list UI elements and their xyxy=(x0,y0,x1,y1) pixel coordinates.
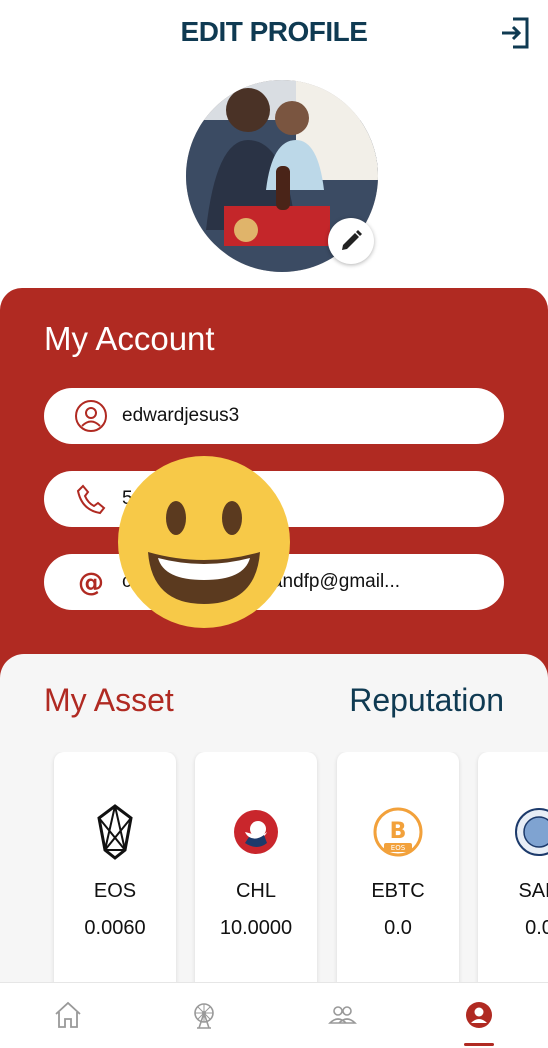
asset-card[interactable]: B EOS EBTC 0.0 xyxy=(337,752,459,984)
at-icon: @ xyxy=(74,565,108,599)
asset-symbol: CHL xyxy=(235,880,276,902)
account-title: My Account xyxy=(44,320,215,357)
user-icon xyxy=(74,399,108,433)
bottom-nav xyxy=(0,982,548,1048)
active-tab-indicator xyxy=(464,1043,494,1046)
header: EDIT PROFILE xyxy=(0,0,548,70)
ferris-wheel-icon xyxy=(194,1003,214,1029)
logout-icon[interactable] xyxy=(500,16,532,50)
asset-symbol: EOS xyxy=(93,880,137,902)
nav-explore[interactable] xyxy=(184,997,224,1033)
tab-reputation[interactable]: Reputation xyxy=(349,682,504,719)
san-logo-icon xyxy=(478,804,548,860)
nav-home[interactable] xyxy=(48,997,88,1033)
asset-amount: 0.0 xyxy=(384,917,412,939)
ebtc-logo-icon: B EOS xyxy=(337,804,459,860)
eos-logo-icon xyxy=(54,804,176,860)
asset-card-list: EOS 0.0060 CHL 10.0000 B EOS EBTC 0.0 SA… xyxy=(0,752,548,984)
svg-text:EOS: EOS xyxy=(391,844,406,852)
asset-amount: 10.0000 xyxy=(219,917,293,939)
asset-symbol: SAN xyxy=(518,880,548,902)
asset-amount: 0.0060 xyxy=(84,917,146,939)
asset-card[interactable]: EOS 0.0060 xyxy=(54,752,176,984)
svg-text:@: @ xyxy=(78,568,104,598)
nav-profile[interactable] xyxy=(459,997,499,1033)
chl-logo-icon xyxy=(195,804,317,860)
profile-icon xyxy=(466,1002,492,1028)
username-value: edwardjesus3 xyxy=(122,405,240,426)
people-icon xyxy=(328,1006,357,1024)
nav-community[interactable] xyxy=(322,997,362,1033)
asset-card[interactable]: SAN 0.0 xyxy=(478,752,548,984)
home-icon xyxy=(55,1001,81,1028)
tab-my-asset[interactable]: My Asset xyxy=(44,682,174,719)
username-field[interactable]: edwardjesus3 xyxy=(44,388,504,444)
asset-card[interactable]: CHL 10.0000 xyxy=(195,752,317,984)
svg-text:B: B xyxy=(390,819,407,844)
asset-symbol: EBTC xyxy=(371,880,425,902)
page-title: EDIT PROFILE xyxy=(180,16,368,47)
asset-amount: 0.0 xyxy=(525,917,548,939)
edit-avatar-button[interactable] xyxy=(328,218,374,264)
pencil-icon xyxy=(342,230,362,250)
grinning-face-emoji xyxy=(118,456,290,628)
avatar-container xyxy=(186,80,378,272)
phone-icon xyxy=(74,482,108,516)
